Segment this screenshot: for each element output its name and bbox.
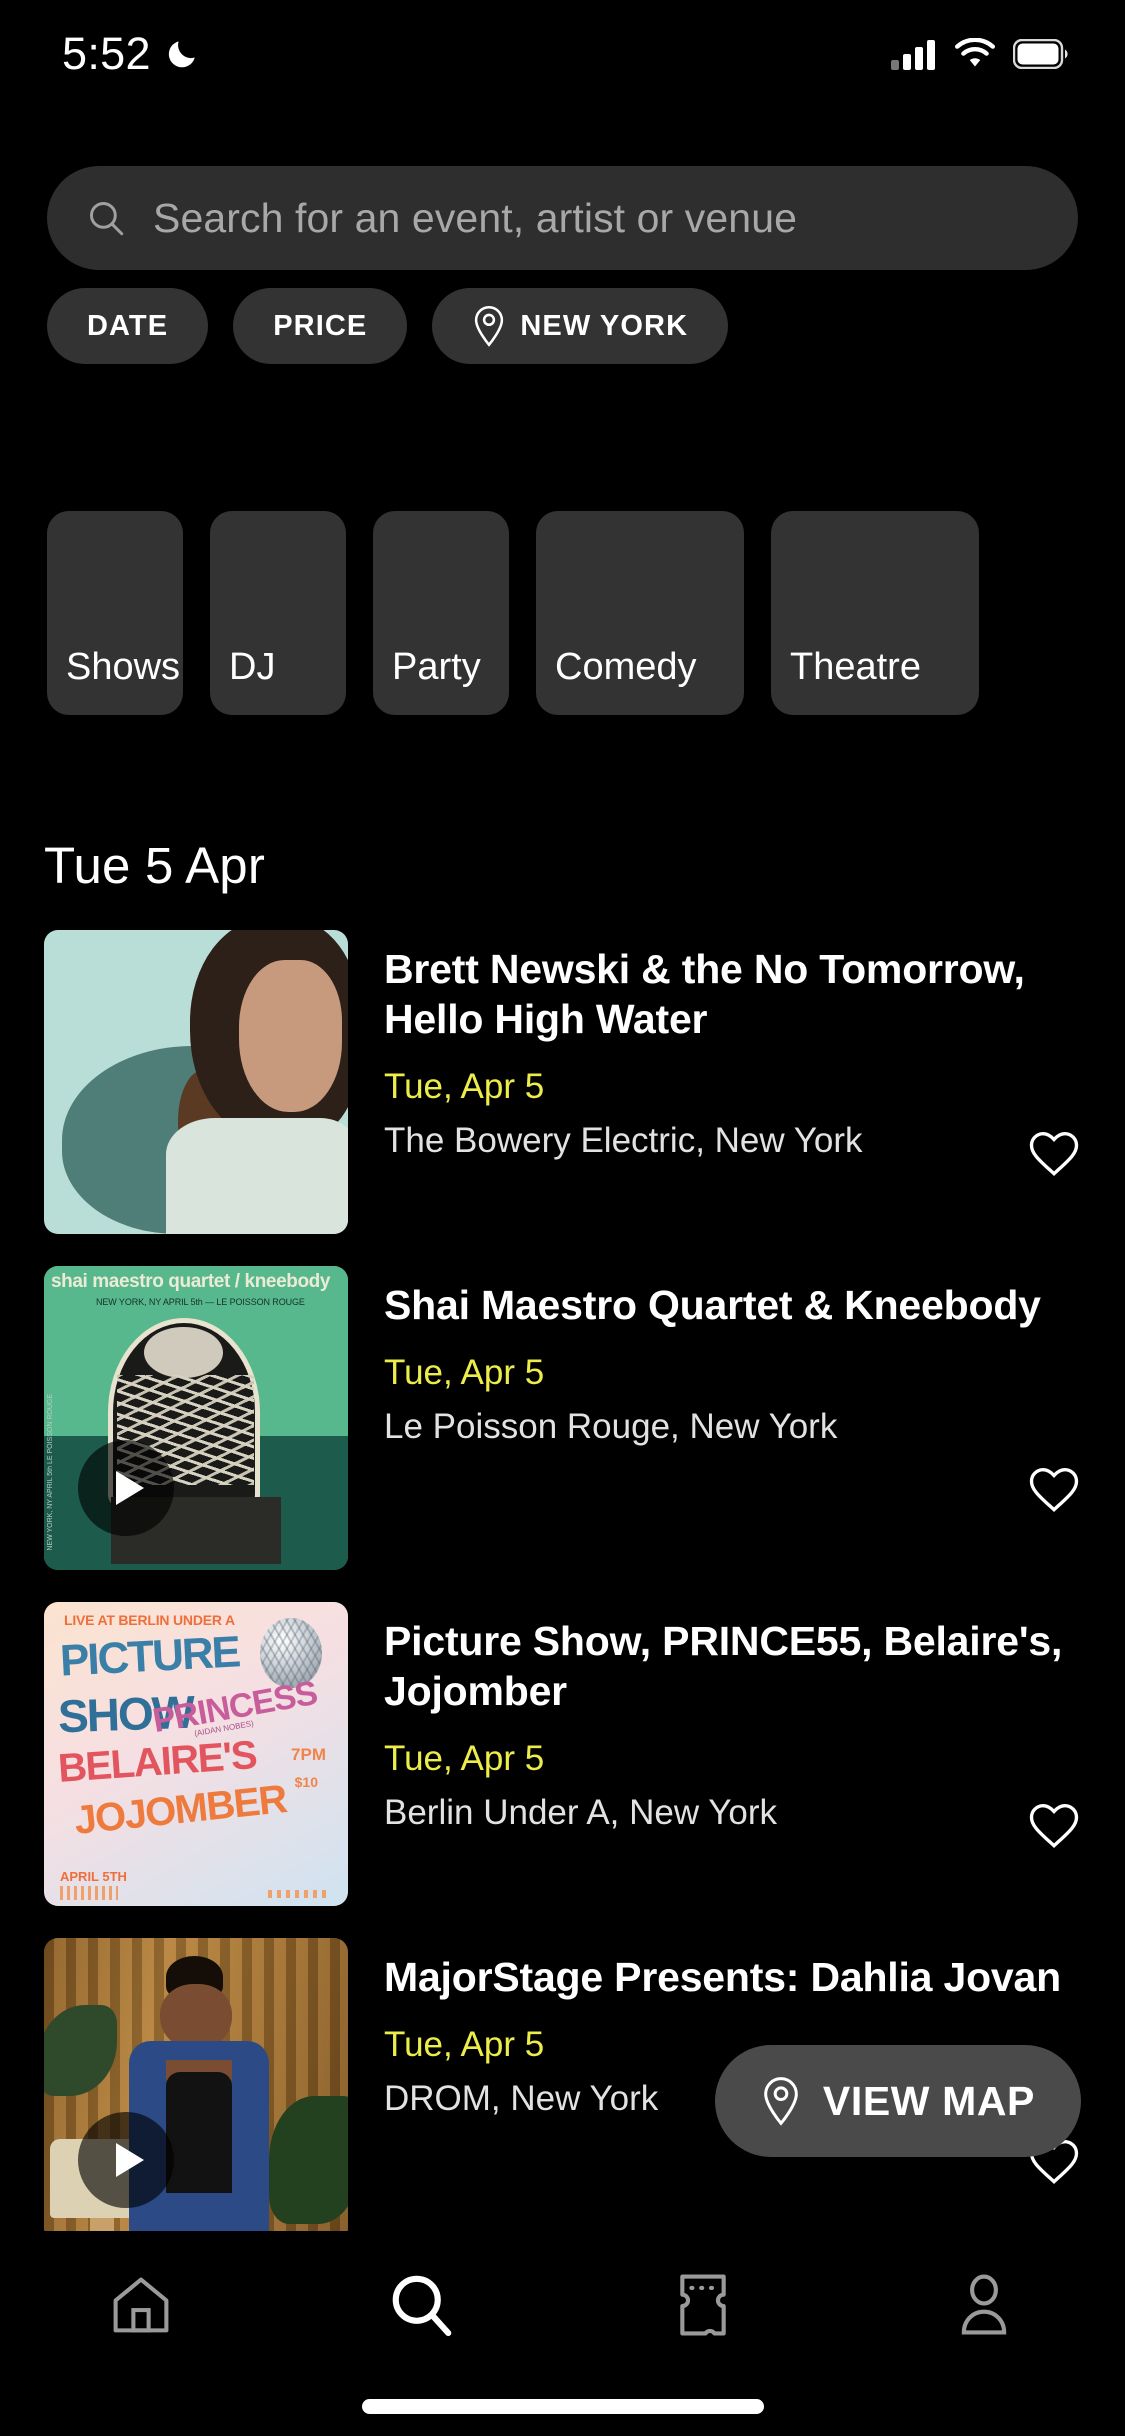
bottom-navigation-bar [0, 2231, 1125, 2436]
cellular-signal-icon [891, 40, 935, 70]
poster-header: LIVE AT BERLIN UNDER A [64, 1612, 235, 1628]
filter-chip-price-label: PRICE [273, 309, 368, 342]
event-date: Tue, Apr 5 [384, 1067, 545, 1107]
event-venue: Le Poisson Rouge, New York [384, 1407, 838, 1447]
event-title: Brett Newski & the No Tomorrow, Hello Hi… [384, 946, 1025, 1043]
location-pin-icon [475, 305, 504, 347]
event-list-item[interactable]: LIVE AT BERLIN UNDER A PICTURE SHOW PRIN… [0, 1602, 1125, 1906]
search-icon [89, 201, 124, 236]
ticket-icon [680, 2274, 726, 2336]
filter-chip-location-label: NEW YORK [520, 309, 689, 342]
event-thumbnail: LIVE AT BERLIN UNDER A PICTURE SHOW PRIN… [44, 1602, 348, 1906]
event-list-item[interactable]: shai maestro quartet / kneebody NEW YORK… [0, 1266, 1125, 1570]
event-artwork [44, 1938, 348, 2242]
day-heading: Tue 5 Apr [44, 837, 266, 894]
play-button[interactable] [78, 2112, 174, 2208]
category-tile-party-label: Party [392, 646, 481, 688]
poster-title: shai maestro quartet / kneebody [51, 1271, 331, 1292]
filter-chip-date[interactable]: DATE [47, 288, 209, 364]
event-list-item[interactable]: Brett Newski & the No Tomorrow, Hello Hi… [0, 930, 1125, 1234]
poster-subtitle: NEW YORK, NY APRIL 5th — LE POISSON ROUG… [96, 1297, 305, 1307]
status-bar: 5:52 [0, 0, 1125, 108]
filter-chip-price[interactable]: PRICE [233, 288, 408, 364]
event-date: Tue, Apr 5 [384, 1739, 545, 1779]
event-thumbnail: shai maestro quartet / kneebody NEW YORK… [44, 1266, 348, 1570]
favorite-heart-icon[interactable] [1027, 1800, 1081, 1854]
event-thumbnail-wrap [44, 930, 348, 1234]
filter-chip-row: DATE PRICE NEW YORK [47, 288, 729, 364]
poster-side-text: NEW YORK, NY APRIL 5th LE POISSON ROUGE [47, 1393, 54, 1551]
status-time: 5:52 [62, 28, 151, 79]
event-thumbnail-wrap: LIVE AT BERLIN UNDER A PICTURE SHOW PRIN… [44, 1602, 348, 1906]
category-tile-comedy-label: Comedy [555, 646, 697, 688]
event-artwork [44, 930, 348, 1234]
app-screen: 5:52 Search for an event, artist or venu… [0, 0, 1125, 2436]
favorite-heart-icon[interactable] [1027, 1128, 1081, 1182]
view-map-button[interactable]: VIEW MAP [714, 2045, 1081, 2157]
event-date: Tue, Apr 5 [384, 1353, 545, 1393]
moon-icon [168, 41, 195, 68]
poster-price: $10 [294, 1774, 318, 1790]
search-input[interactable]: Search for an event, artist or venue [153, 195, 797, 242]
category-tile-party[interactable]: Party [373, 511, 509, 715]
event-title: MajorStage Presents: Dahlia Jovan [384, 1954, 1061, 2000]
event-thumbnail-wrap: shai maestro quartet / kneebody NEW YORK… [44, 1266, 348, 1570]
location-pin-icon [764, 2077, 798, 2126]
poster-time: 7PM [291, 1745, 326, 1764]
event-details: Picture Show, PRINCE55, Belaire's, Jojom… [348, 1602, 1081, 1906]
category-tile-row: Shows DJ Party Comedy Theatre [47, 511, 979, 715]
event-title: Shai Maestro Quartet & Kneebody [384, 1282, 1041, 1328]
home-icon [113, 2277, 169, 2333]
event-details: Shai Maestro Quartet & Kneebody Tue, Apr… [348, 1266, 1081, 1570]
battery-icon [1013, 39, 1068, 69]
event-details: Brett Newski & the No Tomorrow, Hello Hi… [348, 930, 1081, 1234]
category-tile-theatre[interactable]: Theatre [771, 511, 979, 715]
event-venue: Berlin Under A, New York [384, 1793, 777, 1833]
event-artwork: shai maestro quartet / kneebody NEW YORK… [44, 1266, 348, 1570]
play-button[interactable] [78, 1440, 174, 1536]
category-tile-dj[interactable]: DJ [210, 511, 346, 715]
category-tile-dj-label: DJ [229, 646, 276, 688]
poster-date: APRIL 5TH [60, 1869, 127, 1884]
nav-item-home[interactable] [0, 2259, 281, 2351]
event-thumbnail [44, 1938, 348, 2242]
filter-chip-location[interactable]: NEW YORK [432, 288, 729, 364]
favorite-heart-icon[interactable] [1027, 1464, 1081, 1518]
person-icon [962, 2274, 1007, 2335]
event-thumbnail-wrap [44, 1938, 348, 2242]
event-artwork: LIVE AT BERLIN UNDER A PICTURE SHOW PRIN… [44, 1602, 348, 1906]
event-title: Picture Show, PRINCE55, Belaire's, Jojom… [384, 1618, 1063, 1715]
nav-item-tickets[interactable] [563, 2259, 844, 2351]
home-indicator [361, 2399, 764, 2414]
category-tile-comedy[interactable]: Comedy [536, 511, 744, 715]
wifi-icon [955, 38, 995, 67]
status-bar-left: 5:52 [62, 28, 199, 80]
status-bar-right [891, 38, 1069, 70]
poster-line-1: PICTURE [58, 1627, 241, 1686]
view-map-label: VIEW MAP [822, 2077, 1035, 2124]
category-tile-shows[interactable]: Shows [47, 511, 183, 715]
search-icon [392, 2275, 452, 2337]
nav-item-profile[interactable] [844, 2259, 1125, 2351]
category-tile-shows-label: Shows [66, 646, 181, 688]
event-venue: The Bowery Electric, New York [384, 1121, 863, 1161]
nav-item-search[interactable] [281, 2259, 562, 2351]
category-tile-theatre-label: Theatre [790, 646, 921, 688]
event-thumbnail [44, 930, 348, 1234]
filter-chip-date-label: DATE [87, 309, 169, 342]
search-bar[interactable]: Search for an event, artist or venue [47, 166, 1078, 270]
